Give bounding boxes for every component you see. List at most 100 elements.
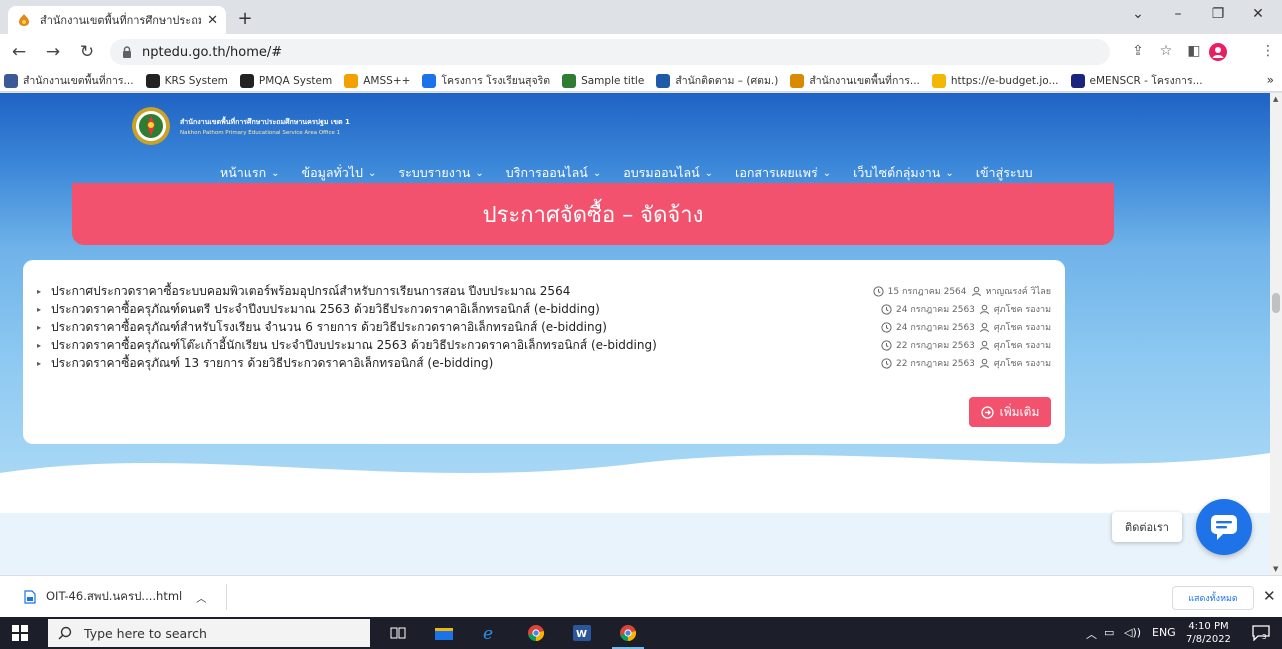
download-file-name: OIT-46.สพป.นครป....html [46,589,183,603]
announcement-link[interactable]: ประกวดราคาซื้อครุภัณฑ์ดนตรี ประจำปีงบประ… [51,300,877,319]
side-panel-icon[interactable]: ◧ [1184,43,1204,59]
reload-button[interactable]: ↻ [76,42,98,62]
announcement-link[interactable]: ประกาศประกวดราคาซื้อระบบคอมพิวเตอร์พร้อม… [51,282,869,301]
nav-item[interactable]: หน้าแรก ⌄ [220,163,280,183]
forward-button[interactable]: → [42,42,64,62]
contact-us-label[interactable]: ติดต่อเรา [1112,512,1182,542]
nav-item-label: บริการออนไลน์ [505,165,588,180]
chat-button[interactable] [1196,499,1252,555]
browser-tab[interactable]: สำนักงานเขตพื้นที่การศึกษาประถมศึก ✕ [8,6,226,34]
user-icon [979,304,989,314]
site-logo[interactable]: สำนักงานเขตพื้นที่การศึกษาประถมศึกษานครป… [130,105,350,147]
announcement-date: 24 กรกฎาคม 2563 [896,305,975,315]
nav-item-label: เว็บไซต์กลุ่มงาน [853,165,941,180]
back-button[interactable]: ← [8,42,30,62]
tab-close-icon[interactable]: ✕ [207,13,218,28]
system-clock[interactable]: 4:10 PM 7/8/2022 [1186,620,1231,646]
clock-time: 4:10 PM [1188,621,1229,632]
nav-item[interactable]: เข้าสู่ระบบ [976,163,1033,183]
windows-taskbar: Type here to search e W ︿ ▭ ◁)) ENG 4:10… [0,617,1282,649]
bookmark-label: KRS System [164,74,228,87]
chevron-up-icon[interactable]: ︿ [196,590,206,605]
file-explorer-icon[interactable] [434,623,454,643]
bookmark-item[interactable]: AMSS++ [344,73,410,88]
share-icon[interactable]: ⇪ [1128,43,1148,59]
bookmark-item[interactable]: โครงการ โรงเรียนสุจริต [422,72,550,89]
chevron-down-icon: ⌄ [704,167,714,179]
download-item[interactable]: OIT-46.สพป.นครป....html ︿ [24,588,206,606]
nav-item[interactable]: ระบบรายงาน ⌄ [398,163,483,183]
network-icon[interactable]: ▭ [1104,626,1114,639]
close-download-bar-icon[interactable]: ✕ [1263,587,1276,605]
tab-search-icon[interactable]: ⌄ [1118,6,1158,22]
scroll-up-icon[interactable]: ▲ [1273,95,1278,103]
bookmark-item[interactable]: Sample title [562,73,645,88]
nav-item[interactable]: ข้อมูลทั่วไป ⌄ [302,163,377,183]
clock-icon [873,285,884,297]
menu-icon[interactable]: ⋮ [1258,43,1278,59]
announcement-author: ศุภโชค รองาม [993,341,1051,351]
bookmark-favicon-icon [239,73,254,88]
bookmark-label: สำนักงานเขตพื้นที่การ... [23,75,134,87]
notification-icon[interactable]: 3 [1252,625,1270,645]
edge-icon[interactable]: e [480,623,500,643]
close-window-button[interactable]: ✕ [1238,6,1278,22]
scroll-thumb[interactable] [1272,293,1280,313]
announcement-date: 24 กรกฎาคม 2563 [896,323,975,333]
chevron-down-icon: ⌄ [945,167,954,179]
language-indicator[interactable]: ENG [1152,626,1176,639]
nav-item[interactable]: เอกสารเผยแพร่ ⌄ [735,163,831,183]
chrome-active-icon[interactable] [612,623,644,649]
address-bar[interactable]: nptedu.go.th/home/# [110,39,1110,65]
bookmark-favicon-icon [344,73,359,88]
bookmark-item[interactable]: สำนักงานเขตพื้นที่การ... [4,72,134,89]
volume-icon[interactable]: ◁)) [1124,626,1141,639]
bookmark-item[interactable]: KRS System [145,73,228,88]
nav-item[interactable]: อบรมออนไลน์ ⌄ [623,163,713,183]
word-icon[interactable]: W [572,623,592,643]
chevron-down-icon: ⌄ [367,167,377,179]
announcement-row: ▸ ประกวดราคาซื้อครุภัณฑ์ 13 รายการ ด้วยวิ… [37,354,1051,372]
more-bookmarks-button[interactable]: » [1267,73,1274,87]
bookmark-star-icon[interactable]: ☆ [1156,43,1176,59]
divider [226,584,227,610]
taskbar-search[interactable]: Type here to search [48,619,370,647]
org-name-thai: สำนักงานเขตพื้นที่การศึกษาประถมศึกษานครป… [180,117,350,126]
show-all-button[interactable]: แสดงทั้งหมด [1172,586,1254,610]
minimize-button[interactable]: – [1158,6,1198,22]
svg-text:e: e [483,624,493,642]
nav-item-label: หน้าแรก [220,165,267,180]
announcement-link[interactable]: ประกวดราคาซื้อครุภัณฑ์สำหรับโรงเรียน จำน… [51,318,877,337]
page-scrollbar[interactable]: ▲ ▼ [1270,93,1282,575]
more-button[interactable]: เพิ่มเติม [969,397,1051,427]
bookmark-label: สำนักงานเขตพื้นที่การ... [809,75,920,87]
announcement-card: เพิ่มเติม ▸ ประกาศประกวดราคาซื้อระบบคอมพิ… [23,260,1065,444]
nav-item[interactable]: บริการออนไลน์ ⌄ [506,163,601,183]
task-view-icon[interactable] [388,623,408,643]
bookmark-item[interactable]: PMQA System [239,73,332,88]
profile-avatar[interactable] [1208,43,1228,65]
nav-item[interactable]: เว็บไซต์กลุ่มงาน ⌄ [853,163,954,183]
announcement-row: ▸ ประกวดราคาซื้อครุภัณฑ์โต๊ะเก้าอี้นักเรี… [37,336,1051,354]
wave-decoration [0,453,1270,513]
chrome-icon[interactable] [526,623,546,643]
announcement-link[interactable]: ประกวดราคาซื้อครุภัณฑ์โต๊ะเก้าอี้นักเรีย… [51,336,877,355]
bookmark-item[interactable]: สำนักงานเขตพื้นที่การ... [790,72,920,89]
windows-start-icon[interactable] [12,625,28,645]
bookmark-item[interactable]: https://e-budget.jo... [931,73,1059,88]
svg-text:W: W [576,629,587,640]
chevron-up-tray-icon[interactable]: ︿ [1086,626,1097,642]
bookmark-label: โครงการ โรงเรียนสุจริต [441,75,551,87]
page-viewport: สำนักงานเขตพื้นที่การศึกษาประถมศึกษานครป… [0,93,1270,575]
more-button-label: เพิ่มเติม [999,404,1040,419]
new-tab-button[interactable]: + [234,8,256,30]
section-title: ประกาศจัดซื้อ – จัดจ้าง [482,202,704,228]
svg-text:3: 3 [1262,633,1266,641]
bookmark-item[interactable]: สำนักติดตาม – (ศตม.) [656,72,778,89]
bookmark-label: Sample title [581,74,645,87]
scroll-down-icon[interactable]: ▼ [1273,565,1278,573]
restore-button[interactable]: ❐ [1198,6,1238,22]
bookmark-item[interactable]: eMENSCR - โครงการ... [1070,72,1203,89]
announcement-author: ศุภโชค รองาม [993,305,1051,315]
announcement-link[interactable]: ประกวดราคาซื้อครุภัณฑ์ 13 รายการ ด้วยวิธ… [51,354,877,373]
